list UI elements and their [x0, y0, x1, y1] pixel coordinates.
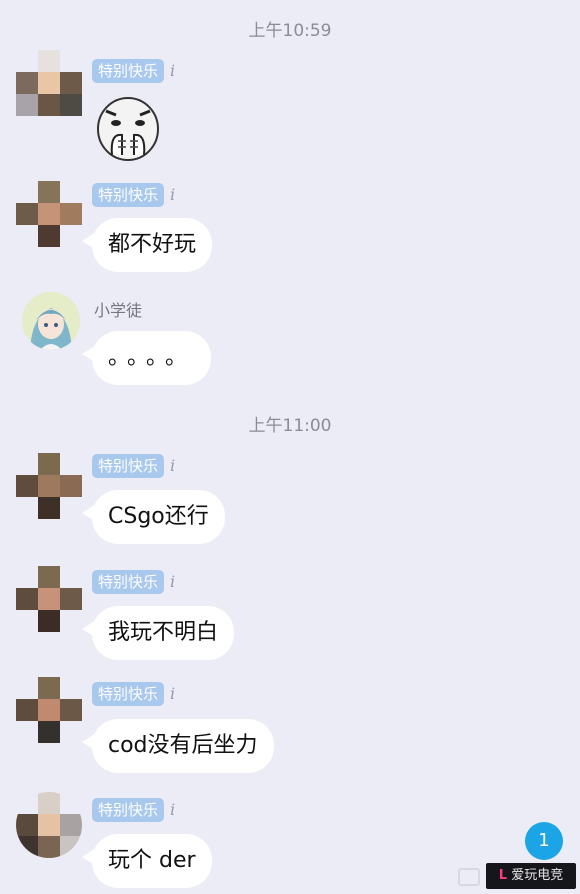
sender-tag: 特别快乐: [92, 183, 165, 207]
unread-badge[interactable]: 1: [525, 822, 563, 860]
timestamp-1: 上午10:59: [248, 21, 332, 41]
avatar[interactable]: [16, 792, 82, 858]
sender-tag-suffix: i: [170, 61, 176, 80]
message-bubble[interactable]: 。。。。: [81, 331, 212, 385]
avatar[interactable]: [16, 453, 82, 519]
sender-tag: 特别快乐: [92, 59, 165, 83]
sender-tag: 特别快乐: [92, 454, 165, 478]
message-bubble[interactable]: 我玩不明白: [81, 606, 235, 660]
sender-name: 小学徒: [94, 301, 143, 320]
message-bubble[interactable]: cod没有后坐力: [82, 719, 274, 773]
sender-tag-suffix: i: [170, 456, 176, 475]
message-bubble[interactable]: 都不好玩: [81, 218, 213, 272]
message-bubble[interactable]: 玩个 der: [82, 834, 212, 888]
watermark-mark: L: [498, 868, 508, 883]
sender-tag: 特别快乐: [92, 798, 165, 822]
avatar[interactable]: [22, 292, 80, 350]
watermark-logo: L 爱玩电竞: [486, 863, 576, 889]
sender-tag-suffix: i: [170, 185, 176, 204]
camera-icon: [458, 868, 480, 886]
avatar[interactable]: [16, 677, 82, 743]
watermark-text: 爱玩电竞: [511, 868, 564, 883]
message-bubble[interactable]: CSgo还行: [82, 490, 225, 544]
sender-tag-suffix: i: [170, 800, 176, 819]
avatar[interactable]: [16, 566, 82, 632]
sender-tag-suffix: i: [170, 572, 176, 591]
sender-tag: 特别快乐: [92, 682, 165, 706]
timestamp-2: 上午11:00: [248, 416, 332, 436]
avatar[interactable]: [16, 181, 82, 247]
sender-tag: 特别快乐: [92, 570, 165, 594]
avatar[interactable]: [16, 50, 82, 116]
sender-tag-suffix: i: [170, 684, 176, 703]
face-palm-sticker[interactable]: [92, 93, 164, 163]
